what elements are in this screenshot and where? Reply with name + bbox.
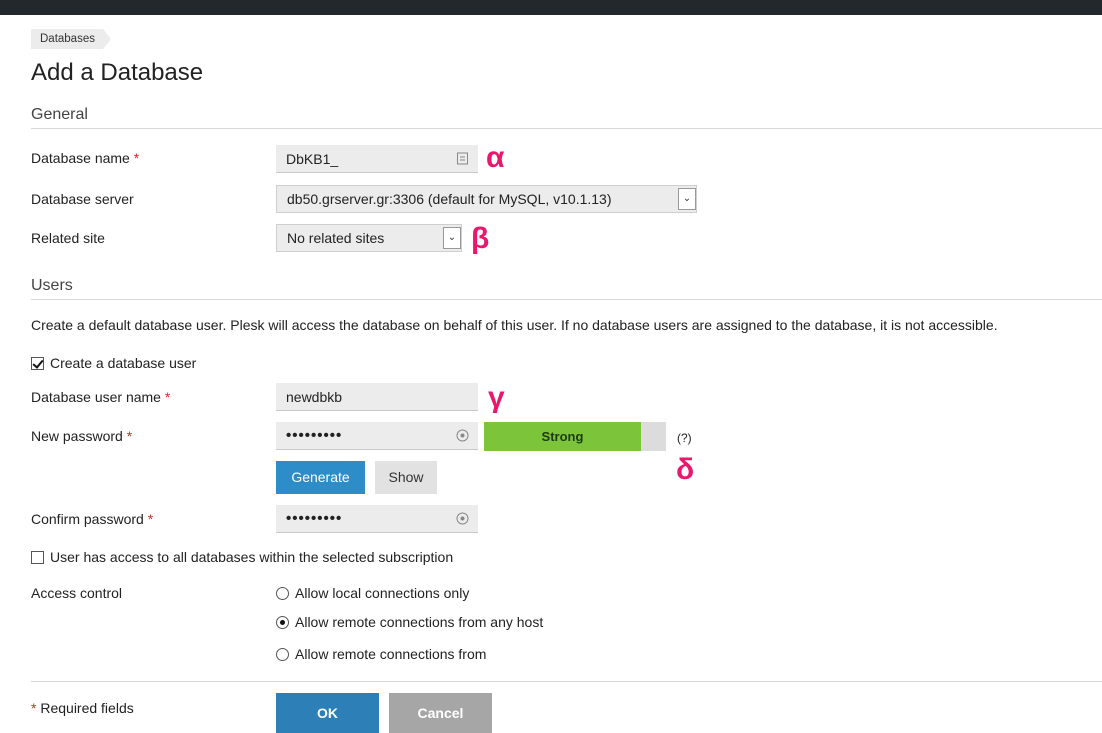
new-password-label: New password *: [31, 428, 133, 444]
annotation-delta: δ: [676, 453, 695, 486]
create-user-checkbox[interactable]: Create a database user: [31, 355, 196, 371]
annotation-beta: β: [471, 222, 490, 255]
annotation-gamma: γ: [488, 381, 505, 414]
related-site-label: Related site: [31, 230, 105, 246]
chevron-down-icon: ⌄: [443, 227, 461, 249]
section-divider: [31, 299, 1102, 300]
password-reveal-icon[interactable]: [456, 429, 469, 442]
radio-remote-from[interactable]: Allow remote connections from: [276, 646, 486, 662]
ok-button[interactable]: OK: [276, 693, 379, 733]
access-control-label: Access control: [31, 585, 123, 601]
breadcrumb-databases[interactable]: Databases: [31, 29, 111, 49]
user-name-input[interactable]: newdbkb: [276, 383, 478, 411]
page-title: Add a Database: [31, 59, 204, 86]
password-strength-meter: Strong: [484, 422, 666, 451]
section-divider: [31, 128, 1102, 129]
cancel-button[interactable]: Cancel: [389, 693, 492, 733]
checkbox-unchecked-icon[interactable]: [31, 551, 44, 564]
database-name-label: Database name *: [31, 150, 140, 166]
radio-unselected-icon[interactable]: [276, 648, 289, 661]
input-helper-icon[interactable]: [456, 152, 469, 165]
confirm-password-input[interactable]: •••••••••: [276, 505, 478, 533]
access-all-databases-checkbox[interactable]: User has access to all databases within …: [31, 549, 453, 565]
new-password-input[interactable]: •••••••••: [276, 422, 478, 450]
database-name-input[interactable]: DbKB1_: [276, 145, 478, 173]
password-reveal-icon[interactable]: [456, 512, 469, 525]
radio-unselected-icon[interactable]: [276, 587, 289, 600]
show-password-button[interactable]: Show: [375, 461, 437, 494]
section-general-heading: General: [31, 106, 88, 123]
radio-selected-icon[interactable]: [276, 616, 289, 629]
strength-help-link[interactable]: (?): [677, 431, 692, 445]
checkbox-checked-icon[interactable]: [31, 357, 44, 370]
generate-button[interactable]: Generate: [276, 461, 365, 494]
top-bar: [0, 0, 1102, 15]
strength-text: Strong: [541, 429, 584, 444]
confirm-password-label: Confirm password *: [31, 511, 154, 527]
radio-local-connections[interactable]: Allow local connections only: [276, 585, 469, 601]
required-fields-note: * Required fields: [31, 700, 134, 716]
annotation-alpha: α: [486, 141, 505, 174]
database-server-label: Database server: [31, 191, 134, 207]
related-site-select[interactable]: No related sites ⌄: [276, 224, 462, 252]
chevron-down-icon: ⌄: [678, 188, 696, 210]
radio-remote-any-host[interactable]: Allow remote connections from any host: [276, 614, 543, 630]
database-server-select[interactable]: db50.grserver.gr:3306 (default for MySQL…: [276, 185, 697, 213]
footer-divider: [31, 681, 1102, 682]
user-name-label: Database user name *: [31, 389, 171, 405]
users-description: Create a default database user. Plesk wi…: [31, 317, 998, 333]
section-users-heading: Users: [31, 277, 73, 294]
